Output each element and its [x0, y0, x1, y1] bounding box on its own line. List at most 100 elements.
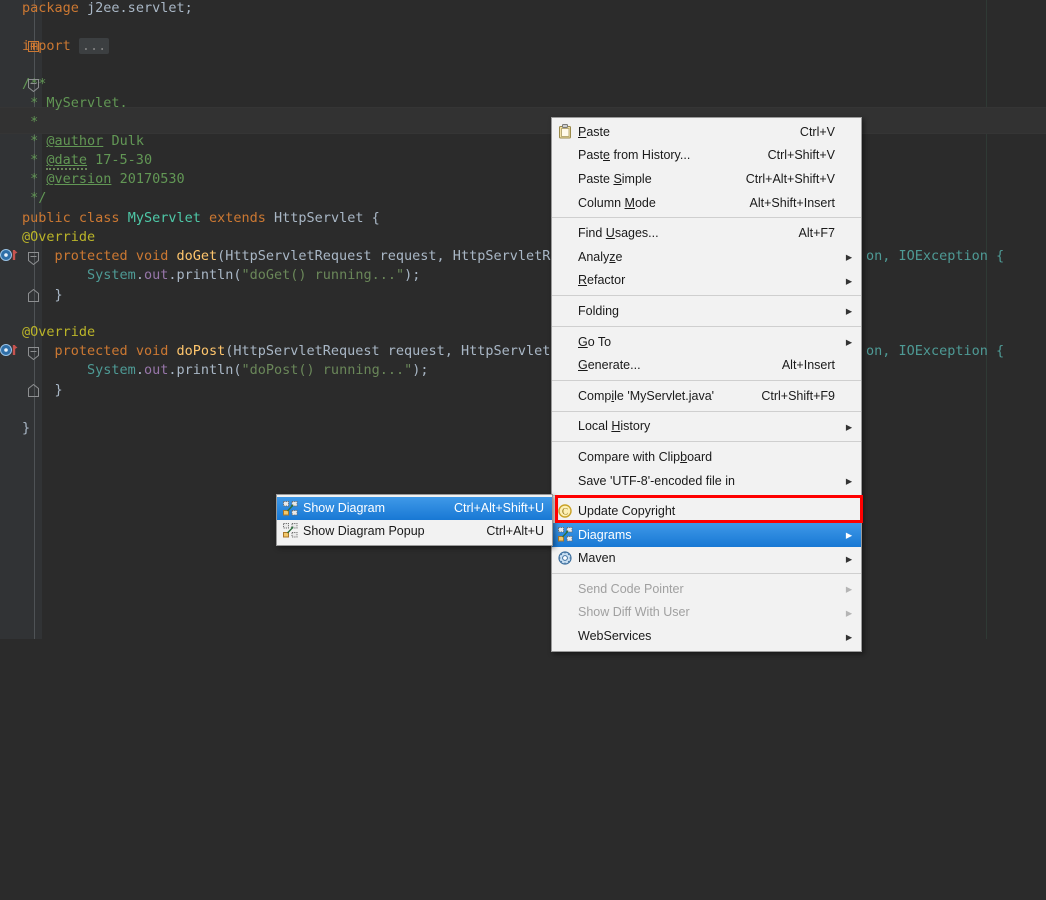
- menu-item-label: Folding: [578, 304, 835, 318]
- editor-context-menu[interactable]: Paste Ctrl+V Paste from History...Ctrl+Shi…: [551, 117, 862, 652]
- menu-item-label: Generate...: [578, 358, 768, 372]
- menu-item-send-code-pointer: Send Code Pointer ▸: [552, 577, 861, 601]
- doget-exceptions-tail: on, IOException {: [866, 248, 1004, 264]
- annotation-override-1: @Override: [22, 229, 95, 245]
- menu-item-shortcut: Ctrl+Shift+F9: [761, 389, 835, 403]
- menu-item-webservices[interactable]: WebServices ▸: [552, 624, 861, 648]
- menu-item-label: Compare with Clipboard: [578, 450, 835, 464]
- menu-item-paste-simple[interactable]: Paste SimpleCtrl+Alt+Shift+V: [552, 167, 861, 191]
- menu-item-analyze[interactable]: Analyze ▸: [552, 245, 861, 269]
- javadoc-version-value: 20170530: [120, 171, 185, 187]
- comment-close: */: [22, 190, 46, 206]
- chevron-right-icon: ▸: [845, 303, 853, 318]
- menu-icon-empty: [552, 418, 578, 434]
- menu-icon-empty: [552, 147, 578, 163]
- override-method-marker-dopost-icon[interactable]: [0, 343, 13, 356]
- keyword-protected-2: protected: [55, 343, 128, 359]
- submenu-item-show-diagram-popup[interactable]: Show Diagram PopupCtrl+Alt+U: [277, 520, 552, 543]
- menu-item-folding[interactable]: Folding ▸: [552, 299, 861, 323]
- javadoc-author-tag: @author: [46, 133, 103, 149]
- fold-end-dopost-icon[interactable]: [28, 384, 41, 397]
- keyword-public: public: [22, 210, 71, 226]
- out-field-1: out: [144, 267, 168, 283]
- menu-item-update-copyright[interactable]: CUpdate Copyright: [552, 499, 861, 523]
- override-method-marker-doget-icon[interactable]: [0, 248, 13, 261]
- chevron-right-icon: ▸: [845, 473, 853, 488]
- submenu-item-label: Show Diagram Popup: [303, 524, 472, 538]
- menu-icon-empty: [552, 357, 578, 373]
- chevron-right-icon: ▸: [845, 581, 853, 596]
- menu-icon-empty: [552, 604, 578, 620]
- code-line-package: package j2ee.servlet;: [22, 0, 193, 21]
- menu-item-maven[interactable]: Maven▸: [552, 547, 861, 571]
- menu-item-compare-with-clipboard[interactable]: Compare with Clipboard: [552, 445, 861, 469]
- submenu-item-shortcut: Ctrl+Alt+Shift+U: [454, 501, 544, 515]
- menu-item-refactor[interactable]: Refactor▸: [552, 269, 861, 293]
- menu-icon-empty: [552, 581, 578, 597]
- import-fold-placeholder[interactable]: ...: [79, 38, 109, 54]
- menu-item-shortcut: Alt+Insert: [782, 358, 835, 372]
- string-doget: "doGet() running...": [242, 267, 405, 283]
- copyright-icon: C: [552, 503, 578, 519]
- menu-item-compile-myservlet[interactable]: Compile 'MyServlet.java' Ctrl+Shift+F9: [552, 384, 861, 408]
- submenu-item-show-diagram[interactable]: Show DiagramCtrl+Alt+Shift+U: [277, 497, 552, 520]
- menu-item-label: Column Mode: [578, 196, 736, 210]
- menu-item-label: Paste: [578, 125, 786, 139]
- clipboard-icon: [552, 124, 578, 140]
- keyword-extends: extends: [209, 210, 266, 226]
- chevron-right-icon: ▸: [845, 629, 853, 644]
- menu-item-label: Paste Simple: [578, 172, 732, 186]
- menu-item-label: Find Usages...: [578, 226, 785, 240]
- menu-separator: [552, 295, 861, 296]
- menu-icon-empty: [552, 449, 578, 465]
- class-name: MyServlet: [128, 210, 201, 226]
- fold-collapse-dopost-icon[interactable]: [28, 347, 41, 360]
- menu-icon-empty: [552, 303, 578, 319]
- fold-collapse-doget-icon[interactable]: [28, 252, 41, 265]
- fold-end-doget-icon[interactable]: [28, 289, 41, 302]
- menu-item-go-to[interactable]: Go To▸: [552, 330, 861, 354]
- menu-icon-empty: [552, 272, 578, 288]
- fold-expand-import-icon[interactable]: [28, 41, 41, 54]
- menu-item-paste-from-history[interactable]: Paste from History...Ctrl+Shift+V: [552, 144, 861, 168]
- chevron-right-icon: ▸: [845, 605, 853, 620]
- menu-item-shortcut: Ctrl+V: [800, 125, 835, 139]
- chevron-right-icon: ▸: [845, 249, 853, 264]
- menu-separator: [552, 495, 861, 496]
- println-method-2: println: [176, 362, 233, 378]
- keyword-class: class: [79, 210, 120, 226]
- keyword-package: package: [22, 0, 79, 16]
- svg-text:C: C: [562, 507, 568, 517]
- menu-separator: [552, 411, 861, 412]
- chevron-right-icon: ▸: [845, 527, 853, 542]
- javadoc-author-value: Dulk: [111, 133, 144, 149]
- menu-item-label: Analyze: [578, 250, 835, 264]
- diagram-icon: [277, 523, 303, 539]
- doget-params: (HttpServletRequest request, HttpServlet…: [217, 248, 607, 264]
- menu-item-save-encoded-file-in[interactable]: Save 'UTF-8'-encoded file in▸: [552, 469, 861, 493]
- menu-separator: [552, 573, 861, 574]
- class-close-brace: }: [22, 420, 30, 436]
- super-class: HttpServlet {: [274, 210, 380, 226]
- menu-icon-empty: [552, 249, 578, 265]
- menu-item-local-history[interactable]: Local History▸: [552, 415, 861, 439]
- fold-collapse-javadoc-icon[interactable]: [28, 79, 41, 92]
- menu-item-label: WebServices: [578, 629, 835, 643]
- system-object-1: System: [87, 267, 136, 283]
- diagrams-submenu[interactable]: Show DiagramCtrl+Alt+Shift+UShow Diagram…: [276, 494, 553, 546]
- menu-item-generate[interactable]: Generate... Alt+Insert: [552, 353, 861, 377]
- menu-item-shortcut: Ctrl+Shift+V: [768, 148, 835, 162]
- menu-item-paste[interactable]: Paste Ctrl+V: [552, 120, 861, 144]
- menu-item-column-mode[interactable]: Column ModeAlt+Shift+Insert: [552, 191, 861, 215]
- menu-item-shortcut: Alt+F7: [799, 226, 835, 240]
- keyword-void-2: void: [136, 343, 169, 359]
- javadoc-date-value: 17-5-30: [95, 152, 152, 168]
- system-object-2: System: [87, 362, 136, 378]
- maven-gear-icon: [552, 550, 578, 566]
- menu-item-diagrams[interactable]: Diagrams▸: [552, 523, 861, 547]
- menu-icon-empty: [552, 473, 578, 489]
- menu-item-label: Compile 'MyServlet.java': [578, 389, 747, 403]
- code-line-doget-body: System.out.println("doGet() running...")…: [22, 263, 420, 288]
- menu-item-find-usages[interactable]: Find Usages... Alt+F7: [552, 221, 861, 245]
- menu-item-label: Send Code Pointer: [578, 582, 835, 596]
